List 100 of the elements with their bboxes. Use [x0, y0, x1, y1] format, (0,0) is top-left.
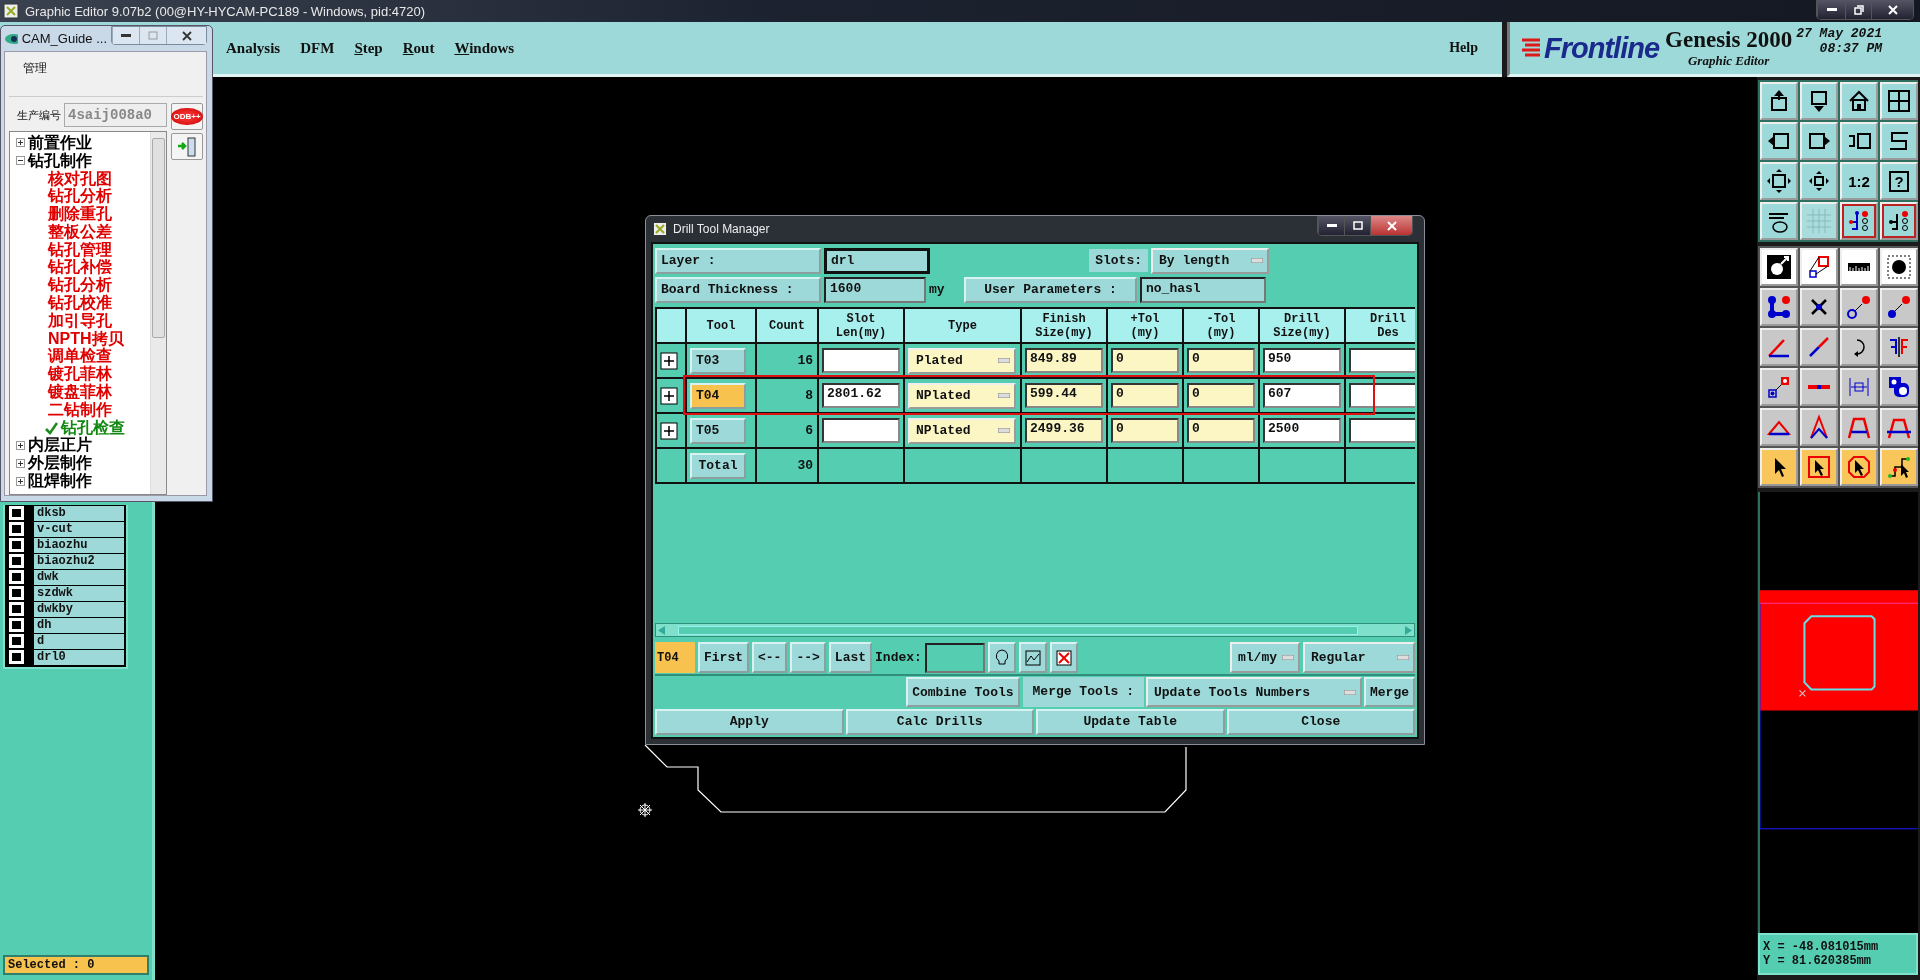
- toolbar-button[interactable]: [1880, 122, 1918, 160]
- icon-button[interactable]: [1049, 642, 1078, 673]
- tree-item[interactable]: 内层正片: [28, 436, 92, 455]
- menu-item[interactable]: Windows: [454, 39, 525, 57]
- expand-icon[interactable]: [660, 386, 678, 405]
- toolbar-button[interactable]: [1840, 82, 1878, 120]
- toolbar-button[interactable]: [1760, 162, 1798, 200]
- toolbar-button[interactable]: [1840, 328, 1878, 366]
- nav-button[interactable]: <--: [752, 642, 788, 673]
- tree-item[interactable]: 钻孔管理: [48, 240, 112, 259]
- layer-checkbox[interactable]: [9, 634, 24, 648]
- slots-dropdown[interactable]: By length: [1151, 247, 1269, 274]
- toolbar-button[interactable]: [1760, 448, 1798, 486]
- tree-item[interactable]: 前置作业: [28, 133, 92, 152]
- mode-dropdown[interactable]: Regular: [1303, 642, 1415, 673]
- layer-checkbox[interactable]: [9, 538, 24, 552]
- toolbar-button[interactable]: [1880, 328, 1918, 366]
- expand-icon[interactable]: [16, 440, 25, 450]
- tree-item[interactable]: 调单检查: [48, 347, 112, 366]
- tree-item[interactable]: 外层制作: [28, 454, 92, 473]
- table-input[interactable]: [1349, 348, 1415, 373]
- layer-name[interactable]: szdwk: [34, 585, 124, 601]
- toolbar-button[interactable]: [1760, 202, 1798, 240]
- maximize-button[interactable]: [1344, 216, 1370, 235]
- tree-item[interactable]: 二钻制作: [48, 400, 112, 419]
- type-dropdown[interactable]: NPlated: [908, 417, 1016, 444]
- restore-button[interactable]: [1845, 0, 1871, 19]
- scrollbar[interactable]: [655, 623, 1415, 637]
- toolbar-button[interactable]: [1760, 328, 1798, 366]
- help-menu[interactable]: Help: [1449, 40, 1478, 56]
- table-input[interactable]: 950: [1263, 348, 1341, 373]
- icon-button[interactable]: [1018, 642, 1047, 673]
- toolbar-button[interactable]: [1760, 248, 1798, 286]
- toolbar-button[interactable]: [1800, 248, 1838, 286]
- tree-item[interactable]: 核对孔图: [48, 169, 112, 188]
- layer-checkbox[interactable]: [9, 522, 24, 536]
- action-button[interactable]: Update Table: [1036, 708, 1225, 735]
- toolbar-button[interactable]: [1840, 408, 1878, 446]
- toolbar-button[interactable]: [1880, 248, 1918, 286]
- table-input[interactable]: 0: [1187, 418, 1255, 443]
- toolbar-button[interactable]: [1840, 248, 1878, 286]
- toolbar-button[interactable]: [1880, 368, 1918, 406]
- tree-item[interactable]: 钻孔补偿: [48, 258, 112, 277]
- layer-name[interactable]: dwkby: [34, 601, 124, 617]
- toolbar-button[interactable]: [1800, 122, 1838, 160]
- layer-checkbox[interactable]: [9, 586, 24, 600]
- nav-button[interactable]: -->: [790, 642, 826, 673]
- exit-button[interactable]: [171, 133, 203, 160]
- toolbar-button[interactable]: [1880, 448, 1918, 486]
- layer-name[interactable]: dksb: [34, 505, 124, 521]
- layer-name[interactable]: v-cut: [34, 521, 124, 537]
- tree-item[interactable]: 钻孔校准: [48, 294, 112, 313]
- tree-item[interactable]: 镀盘菲林: [48, 383, 112, 402]
- toolbar-button[interactable]: [1760, 82, 1798, 120]
- menu-item[interactable]: 管理: [5, 52, 206, 88]
- combine-tools-button[interactable]: Combine Tools: [906, 677, 1020, 707]
- toolbar-button[interactable]: [1840, 202, 1878, 240]
- odb-button[interactable]: ODB++: [171, 103, 203, 130]
- menu-item[interactable]: Analysis: [226, 39, 291, 57]
- table-input[interactable]: 849.89: [1025, 348, 1103, 373]
- merge-button[interactable]: Merge: [1364, 677, 1415, 707]
- type-dropdown[interactable]: Plated: [908, 347, 1016, 374]
- tree-item[interactable]: 阻焊制作: [28, 472, 92, 491]
- tree-item[interactable]: 钻孔分析: [48, 187, 112, 206]
- layer-name[interactable]: biaozhu2: [34, 553, 124, 569]
- toolbar-button[interactable]: [1880, 82, 1918, 120]
- toolbar-button[interactable]: [1840, 288, 1878, 326]
- collapse-icon[interactable]: [16, 156, 25, 166]
- toolbar-button[interactable]: [1760, 288, 1798, 326]
- minimize-button[interactable]: [112, 27, 139, 44]
- toolbar-button[interactable]: [1800, 448, 1838, 486]
- action-button[interactable]: Apply: [655, 708, 844, 735]
- type-dropdown[interactable]: NPlated: [908, 382, 1016, 409]
- nav-button[interactable]: Last: [828, 642, 873, 673]
- layer-checkbox[interactable]: [9, 618, 24, 632]
- toolbar-button[interactable]: [1760, 368, 1798, 406]
- table-input[interactable]: 599.44: [1025, 383, 1103, 408]
- layer-name[interactable]: biaozhu: [34, 537, 124, 553]
- table-input[interactable]: 0: [1187, 383, 1255, 408]
- tree-item[interactable]: NPTH拷贝: [48, 329, 124, 348]
- expand-icon[interactable]: [660, 421, 678, 440]
- index-field[interactable]: [924, 642, 985, 673]
- toolbar-button[interactable]: [1800, 162, 1838, 200]
- action-button[interactable]: Calc Drills: [845, 708, 1034, 735]
- toolbar-button[interactable]: [1840, 122, 1878, 160]
- tree-item[interactable]: 钻孔分析: [48, 276, 112, 295]
- table-input[interactable]: [1349, 418, 1415, 443]
- minimize-button[interactable]: [1817, 0, 1845, 19]
- layer-name[interactable]: d: [34, 633, 124, 649]
- toolbar-button[interactable]: [1760, 408, 1798, 446]
- toolbar-button[interactable]: [1880, 202, 1918, 240]
- tool-button[interactable]: T05: [690, 417, 746, 444]
- table-input[interactable]: 0: [1111, 348, 1179, 373]
- user-parameters-field[interactable]: no_hasl: [1140, 276, 1266, 303]
- tree-item[interactable]: 镀孔菲林: [48, 365, 112, 384]
- expand-icon[interactable]: [16, 138, 25, 148]
- table-input[interactable]: 0: [1187, 348, 1255, 373]
- layer-checkbox[interactable]: [9, 506, 24, 520]
- menu-item[interactable]: Step: [354, 39, 393, 57]
- table-input[interactable]: 2500: [1263, 418, 1341, 443]
